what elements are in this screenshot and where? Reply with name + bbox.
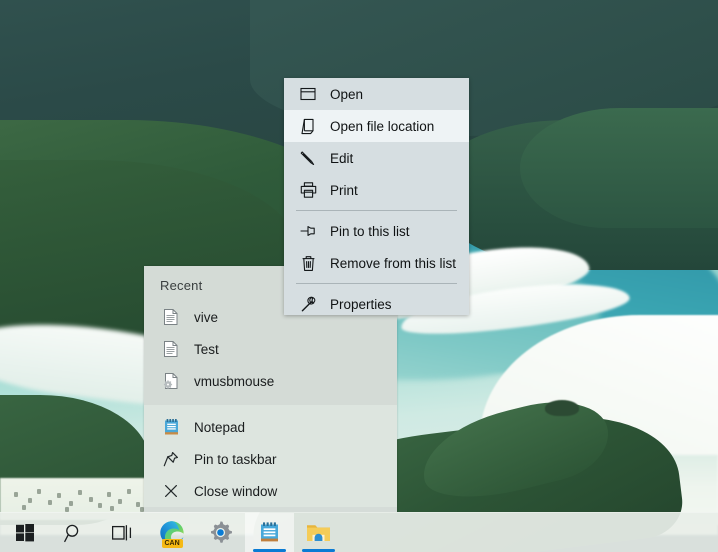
jump-list-action-label: Notepad bbox=[194, 420, 245, 435]
text-document-icon bbox=[158, 338, 184, 360]
file-explorer-icon bbox=[306, 522, 331, 544]
windows-logo-icon bbox=[16, 524, 34, 542]
pin-diagonal-icon bbox=[158, 448, 184, 470]
start-button[interactable] bbox=[0, 513, 49, 552]
context-menu-item-label: Print bbox=[330, 183, 358, 198]
text-document-icon bbox=[158, 306, 184, 328]
jump-list-action-label: Pin to taskbar bbox=[194, 452, 277, 467]
edge-canary-icon: CAN bbox=[159, 520, 185, 546]
context-menu-item-label: Remove from this list bbox=[330, 256, 456, 271]
jump-list-item-vmusbmouse[interactable]: vmusbmouse bbox=[144, 365, 397, 397]
jump-list-action-label: Close window bbox=[194, 484, 277, 499]
jump-list-action-notepad[interactable]: Notepad bbox=[144, 411, 397, 443]
context-menu-item-label: Pin to this list bbox=[330, 224, 410, 239]
jump-list-action-close-window[interactable]: Close window bbox=[144, 475, 397, 507]
context-menu-separator bbox=[296, 210, 457, 211]
search-icon bbox=[64, 523, 84, 543]
context-menu-item-open-file-location[interactable]: Open file location bbox=[284, 110, 469, 142]
context-menu-item-pin-to-this-list[interactable]: Pin to this list bbox=[284, 215, 469, 247]
close-x-icon bbox=[158, 480, 184, 502]
jump-list-item-label: Test bbox=[194, 342, 219, 357]
wallpaper-right-headland-2 bbox=[520, 108, 718, 228]
task-view-icon bbox=[112, 524, 133, 542]
context-menu-item-remove-from-this-list[interactable]: Remove from this list bbox=[284, 247, 469, 279]
context-menu-item-open[interactable]: Open bbox=[284, 78, 469, 110]
jump-list-item-label: vmusbmouse bbox=[194, 374, 274, 389]
edge-canary-button[interactable]: CAN bbox=[147, 513, 196, 552]
file-location-icon bbox=[296, 115, 320, 137]
pencil-icon bbox=[296, 147, 320, 169]
context-menu-item-properties[interactable]: Properties bbox=[284, 288, 469, 315]
jump-list-item-test[interactable]: Test bbox=[144, 333, 397, 365]
context-menu-item-print[interactable]: Print bbox=[284, 174, 469, 206]
jump-list-action-pin-to-taskbar[interactable]: Pin to taskbar bbox=[144, 443, 397, 475]
settings-button[interactable] bbox=[196, 513, 245, 552]
jump-list-item-label: vive bbox=[194, 310, 218, 325]
context-menu-item-label: Properties bbox=[330, 297, 392, 312]
taskbar: CAN bbox=[0, 512, 718, 552]
jumplist-item-context-menu[interactable]: Open Open file location bbox=[284, 78, 469, 315]
search-button[interactable] bbox=[49, 513, 98, 552]
notepad-button[interactable] bbox=[245, 513, 294, 552]
context-menu-item-edit[interactable]: Edit bbox=[284, 142, 469, 174]
notepad-icon bbox=[258, 521, 281, 544]
context-menu-separator bbox=[296, 283, 457, 284]
window-icon bbox=[296, 83, 320, 105]
jump-list-actions-section: Notepad Pin to taskbar bbox=[144, 405, 397, 507]
context-menu-item-label: Open file location bbox=[330, 119, 434, 134]
notepad-icon bbox=[158, 416, 184, 438]
wallpaper-vegetation-tuft bbox=[545, 400, 579, 416]
trash-icon bbox=[296, 252, 320, 274]
wrench-icon bbox=[296, 293, 320, 315]
printer-icon bbox=[296, 179, 320, 201]
file-explorer-button[interactable] bbox=[294, 513, 343, 552]
pin-horizontal-icon bbox=[296, 220, 320, 242]
desktop-screen: Recent vive bbox=[0, 0, 718, 552]
canary-badge: CAN bbox=[162, 539, 183, 548]
system-file-icon bbox=[158, 370, 184, 392]
context-menu-item-label: Edit bbox=[330, 151, 353, 166]
context-menu-item-label: Open bbox=[330, 87, 363, 102]
settings-gear-icon bbox=[208, 520, 233, 545]
task-view-button[interactable] bbox=[98, 513, 147, 552]
